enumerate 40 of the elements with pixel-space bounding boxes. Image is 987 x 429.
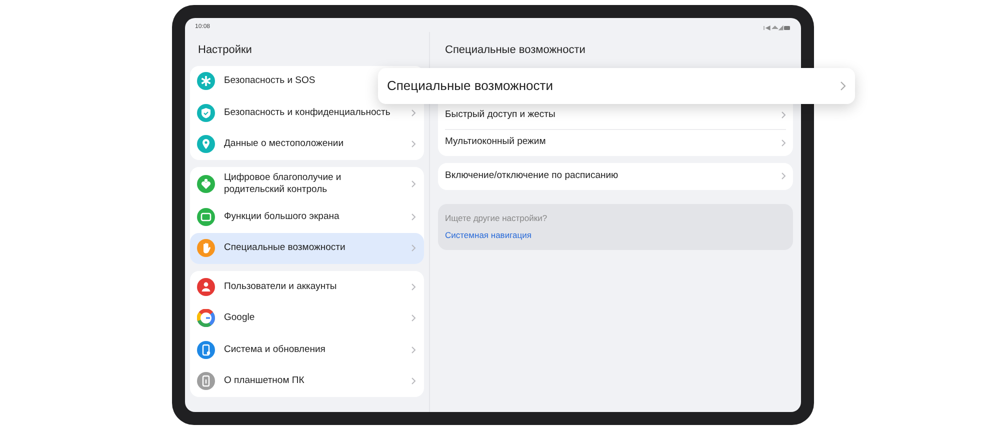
sidebar-item[interactable]: Функции большого экрана [190,201,424,232]
location-pin-icon [197,135,215,154]
chevron-icon [411,140,416,148]
heart-person-icon [197,175,215,193]
hand-icon [197,239,215,258]
chevron-icon [781,111,786,119]
sidebar-item[interactable]: Система и обновления [190,334,424,366]
tablet-screen-icon [197,208,215,226]
chevron-icon [781,172,786,180]
highlighted-setting-popup[interactable]: Специальные возможности [378,68,855,104]
chevron-icon [411,314,416,322]
settings-row[interactable]: Включение/отключение по расписанию [445,162,786,190]
sidebar-item[interactable]: Данные о местоположении [190,128,424,160]
g-logo-icon [197,309,215,328]
chevron-icon [411,108,416,117]
settings-row[interactable]: Мультиоконный режим [445,128,786,156]
chevron-icon [411,346,416,354]
sidebar-item[interactable]: Цифровое благополучие и родительский контроль [190,167,424,201]
device-info-icon [197,372,215,390]
chevron-icon [411,180,416,188]
sidebar-item[interactable]: Специальные возможности [190,232,424,264]
sidebar-item[interactable]: О планшетном ПК [190,366,424,397]
chevron-icon [411,377,416,386]
chevron-icon [840,81,846,91]
settings-row[interactable]: Быстрый доступ и жесты [445,102,786,128]
asterisk-icon [197,72,215,90]
chevron-icon [781,138,786,146]
sidebar-title: Настройки [197,43,253,58]
sidebar-item[interactable]: Google [190,302,424,334]
page-title: Специальные возможности [444,43,586,58]
sidebar-item[interactable]: Пользователи и аккаунты [190,271,424,302]
chevron-icon [411,212,416,221]
phone-gear-icon [197,340,215,359]
shield-icon [197,104,215,122]
chevron-icon [411,282,416,291]
suggestion-question: Ищете другие настройки? [445,212,548,224]
person-icon [197,278,215,296]
status-icons [763,24,791,30]
system-navigation-link[interactable]: Системная навигация [445,229,786,242]
chevron-icon [411,244,416,252]
